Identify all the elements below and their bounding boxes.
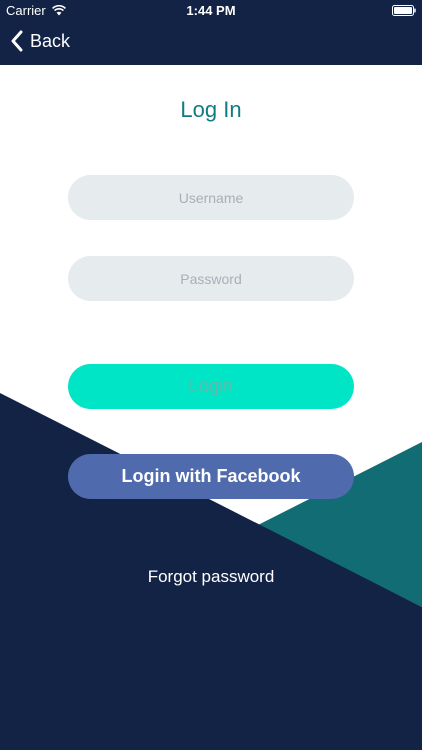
navigation-bar: Carrier 1:44 PM Back (0, 0, 422, 65)
status-time: 1:44 PM (186, 3, 236, 18)
back-button[interactable]: Back (10, 30, 70, 52)
forgot-password-link[interactable]: Forgot password (0, 567, 422, 587)
status-bar: Carrier 1:44 PM (0, 0, 422, 22)
page-title: Log In (180, 97, 242, 122)
login-screen: Carrier 1:44 PM Back Log In Login (0, 0, 422, 750)
password-input[interactable] (68, 256, 354, 301)
username-input[interactable] (68, 175, 354, 220)
chevron-left-icon (11, 30, 23, 52)
login-button[interactable]: Login (68, 364, 354, 409)
login-with-facebook-button[interactable]: Login with Facebook (68, 454, 354, 499)
back-label: Back (30, 30, 71, 51)
battery-icon (392, 5, 416, 16)
